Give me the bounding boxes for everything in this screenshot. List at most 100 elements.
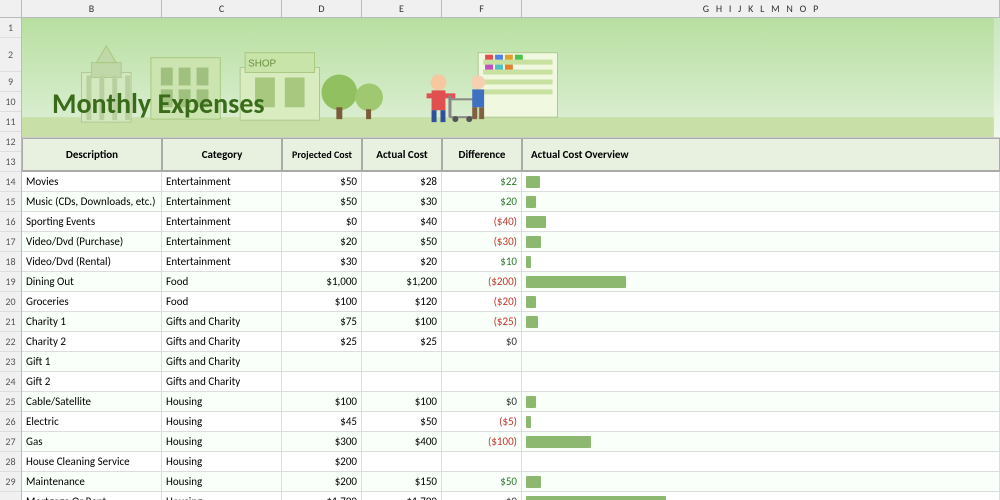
- cell-category: Gifts and Charity: [162, 352, 282, 371]
- cell-actual: $40: [362, 212, 442, 231]
- cell-category: Entertainment: [162, 252, 282, 271]
- cell-projected: $200: [282, 472, 362, 491]
- cell-description: Video/Dvd (Rental): [22, 252, 162, 271]
- cell-difference: $0: [442, 492, 522, 500]
- cell-actual: [362, 372, 442, 391]
- data-rows: Movies Entertainment $50 $28 $22 Music (…: [22, 172, 1000, 500]
- cell-category: Entertainment: [162, 232, 282, 251]
- cell-projected: $1,700: [282, 492, 362, 500]
- bar: [526, 316, 538, 328]
- table-row: Sporting Events Entertainment $0 $40 ($4…: [22, 212, 1000, 232]
- bar: [526, 396, 536, 408]
- cell-actual: $1,200: [362, 272, 442, 291]
- cell-category: Housing: [162, 452, 282, 471]
- row-num-20: 20: [0, 292, 21, 312]
- row-num-12: 12: [0, 132, 21, 152]
- row-num-16: 16: [0, 212, 21, 232]
- cell-difference: $50: [442, 472, 522, 491]
- bar-container: [526, 272, 995, 291]
- cell-chart: [522, 432, 1000, 451]
- cell-chart: [522, 212, 1000, 231]
- cell-actual: [362, 352, 442, 371]
- row-num-25: 25: [0, 392, 21, 412]
- row-num-19: 19: [0, 272, 21, 292]
- table-row: Gas Housing $300 $400 ($100): [22, 432, 1000, 452]
- row-num-29: 29: [0, 472, 21, 492]
- table-row: Gift 1 Gifts and Charity: [22, 352, 1000, 372]
- row-num-24: 24: [0, 372, 21, 392]
- cell-difference: [442, 352, 522, 371]
- bar: [526, 296, 536, 308]
- cell-category: Entertainment: [162, 192, 282, 211]
- cell-projected: $50: [282, 192, 362, 211]
- cell-description: Cable/Satellite: [22, 392, 162, 411]
- cell-chart: [522, 412, 1000, 431]
- row-num-27: 27: [0, 432, 21, 452]
- cell-projected: $200: [282, 452, 362, 471]
- bar-container: [526, 192, 995, 211]
- cell-difference: $0: [442, 392, 522, 411]
- row-num-21: 21: [0, 312, 21, 332]
- cell-chart: [522, 272, 1000, 291]
- cell-chart: [522, 452, 1000, 471]
- cell-category: Gifts and Charity: [162, 332, 282, 351]
- cell-actual: $50: [362, 412, 442, 431]
- table-row: Movies Entertainment $50 $28 $22: [22, 172, 1000, 192]
- cell-description: Video/Dvd (Purchase): [22, 232, 162, 251]
- row-num-10: 10: [0, 92, 21, 112]
- cell-actual: $28: [362, 172, 442, 191]
- cell-difference: [442, 452, 522, 471]
- cell-projected: $0: [282, 212, 362, 231]
- cell-actual: [362, 452, 442, 471]
- cell-description: Gift 2: [22, 372, 162, 391]
- cell-description: Dining Out: [22, 272, 162, 291]
- bar-container: [526, 332, 995, 351]
- col-header-f: F: [442, 0, 522, 17]
- bar-container: [526, 172, 995, 191]
- cell-category: Gifts and Charity: [162, 312, 282, 331]
- bar: [526, 436, 591, 448]
- cell-projected: $1,000: [282, 272, 362, 291]
- corner-header: [0, 0, 22, 17]
- column-headers: B C D E F G H I J K L M N O P: [0, 0, 1000, 18]
- row-num-26: 26: [0, 412, 21, 432]
- header-projected: Projected Cost: [282, 138, 362, 171]
- cell-projected: $300: [282, 432, 362, 451]
- bar-container: [526, 312, 995, 331]
- col-header-g-on: G H I J K L M N O P: [522, 0, 1000, 17]
- cell-chart: [522, 312, 1000, 331]
- cell-category: Housing: [162, 472, 282, 491]
- header-category: Category: [162, 138, 282, 171]
- cell-category: Housing: [162, 432, 282, 451]
- cell-difference: $22: [442, 172, 522, 191]
- cell-difference: ($100): [442, 432, 522, 451]
- bar: [526, 276, 626, 288]
- table-row: Electric Housing $45 $50 ($5): [22, 412, 1000, 432]
- bar-container: [526, 472, 995, 491]
- cell-actual: $100: [362, 392, 442, 411]
- bar: [526, 256, 531, 268]
- cell-difference: ($30): [442, 232, 522, 251]
- cell-chart: [522, 172, 1000, 191]
- col-header-e: E: [362, 0, 442, 17]
- row-num-18: 18: [0, 252, 21, 272]
- cell-description: Gas: [22, 432, 162, 451]
- header-overview: Actual Cost Overview: [522, 138, 1000, 171]
- row-num-1: 1: [0, 18, 21, 38]
- row-num-15: 15: [0, 192, 21, 212]
- cell-projected: $45: [282, 412, 362, 431]
- table-row: Video/Dvd (Purchase) Entertainment $20 $…: [22, 232, 1000, 252]
- cell-chart: [522, 192, 1000, 211]
- cell-difference: ($200): [442, 272, 522, 291]
- cell-actual: $1,700: [362, 492, 442, 500]
- row-num-2: 2: [0, 38, 21, 72]
- bar: [526, 176, 540, 188]
- cell-chart: [522, 392, 1000, 411]
- cell-difference: $10: [442, 252, 522, 271]
- banner-title: Monthly Expenses: [52, 86, 265, 121]
- row-num-9: 9: [0, 72, 21, 92]
- row-numbers: 1 2 9 10 11 12 13 14 15 16 17 18 19 20 2…: [0, 18, 22, 500]
- cell-category: Entertainment: [162, 172, 282, 191]
- cell-projected: $30: [282, 252, 362, 271]
- cell-difference: ($20): [442, 292, 522, 311]
